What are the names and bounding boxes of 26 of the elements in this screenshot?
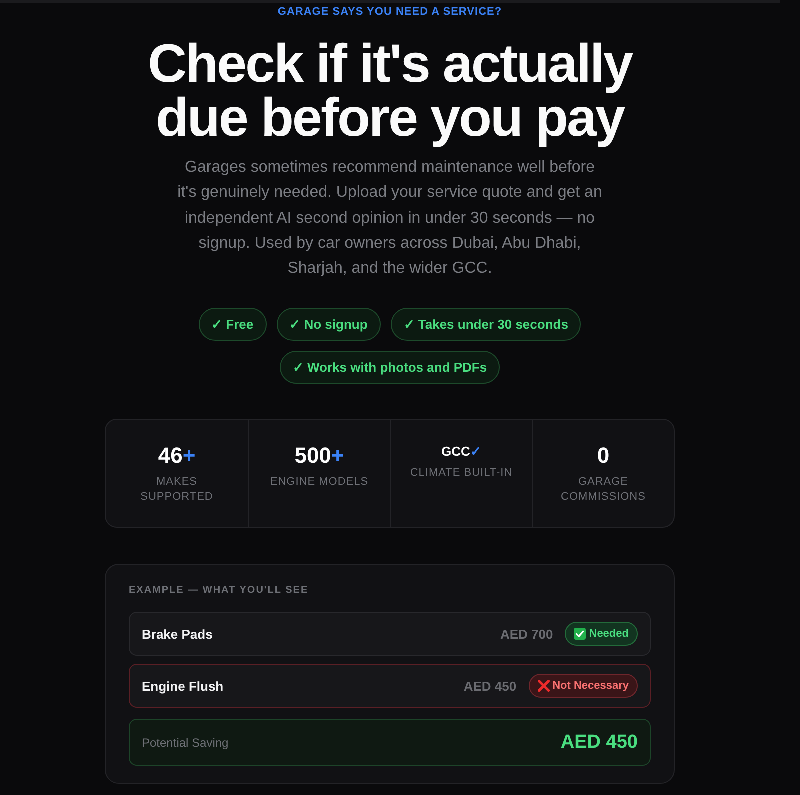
- stat-label: MAKES SUPPORTED: [140, 475, 214, 506]
- stat-value: 500+: [294, 443, 344, 470]
- item-name: Brake Pads: [142, 626, 213, 642]
- check-box-icon: [574, 628, 586, 640]
- feature-pill: ✓ Takes under 30 seconds: [390, 308, 582, 342]
- verdict-label: Not Necessary: [552, 680, 629, 692]
- item-name: Engine Flush: [142, 678, 224, 694]
- example-title: EXAMPLE — WHAT YOU'LL SEE: [129, 584, 310, 598]
- eyebrow-text: GARAGE SAYS YOU NEED A SERVICE?: [278, 5, 502, 19]
- feature-pill: ✓ Free: [198, 308, 267, 342]
- saving-label: Potential Saving: [142, 736, 229, 750]
- stat-label: GARAGE COMMISSIONS: [560, 475, 647, 506]
- stat-value: 0: [597, 443, 610, 470]
- stat-value: 46+: [158, 443, 196, 470]
- cross-icon: [538, 680, 550, 692]
- intro-paragraph: Garages sometimes recommend maintenance well before it's genuinely needed. Upload your service quote and get an independent AI second opinion in under 30 seconds — no signup. Used by car owners across Dubai, Abu Dhabi, Sharjah, and the wider GCC.: [176, 158, 604, 280]
- item-price: AED 700: [500, 626, 554, 642]
- item-price: AED 450: [464, 678, 517, 694]
- stat-value: GCC✓: [442, 443, 482, 462]
- stat-label: ENGINE MODELS: [270, 475, 369, 490]
- stat-label: CLIMATE BUILT-IN: [410, 466, 513, 482]
- feature-pill: ✓ No signup: [276, 308, 381, 342]
- verdict-label: Needed: [589, 628, 629, 640]
- saving-amount: AED 450: [560, 732, 638, 754]
- page-heading: Check if it's actually due before you pay: [146, 37, 634, 145]
- feature-pill: ✓ Works with photos and PDFs: [280, 351, 500, 384]
